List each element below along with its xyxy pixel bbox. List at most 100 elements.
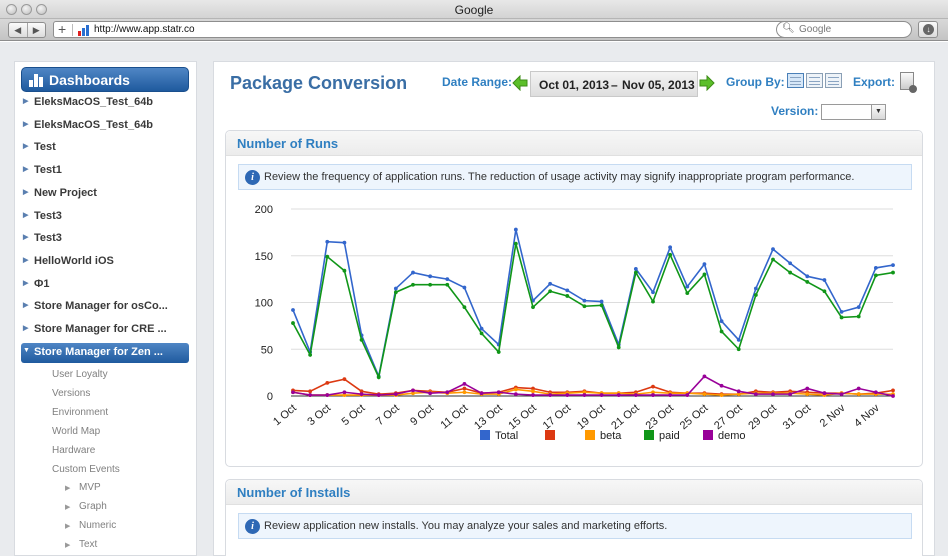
sidebar-item[interactable]: ▶ EleksMacOS_Test_64b [21,93,189,113]
legend-label: paid [659,430,680,442]
x-tick-label: 29 Oct [746,402,779,432]
data-point [822,278,827,282]
collapsed-arrow-icon: ▶ [23,279,29,287]
search-field[interactable]: 🔍︎ Google [776,21,912,38]
date-dash: – [611,78,618,92]
data-point [445,390,450,395]
data-point [325,393,330,397]
sidebar-subitem[interactable]: Versions [52,388,90,399]
collapsed-arrow-icon: ▶ [23,302,29,310]
sidebar-item-label: HelloWorld iOS [34,254,114,267]
sidebar: Dashboards ▶ EleksMacOS_Test_64b ▶ EleksMac… [14,61,197,556]
nav-buttons: ◀ ▶ [8,22,46,38]
data-point [771,257,775,262]
next-period-icon[interactable] [699,75,715,91]
data-point [651,290,655,295]
sidebar-item[interactable]: ▶ Ф1 [21,275,189,295]
data-point [582,298,587,303]
sidebar-item[interactable]: ▶ Test [21,138,189,158]
collapsed-arrow-icon: ▶ [65,485,71,492]
sidebar-item[interactable]: ▶ New Project [21,184,189,204]
data-point [856,314,861,319]
data-point [496,390,501,395]
data-point [668,252,673,257]
data-point [513,387,518,392]
data-point [565,393,570,397]
collapsed-arrow-icon: ▶ [23,211,29,219]
x-tick-label: 21 Oct [609,402,642,432]
data-point [891,263,895,267]
data-point [805,392,810,397]
collapsed-arrow-icon: ▶ [23,120,29,128]
downloads-button[interactable]: ↓ [918,21,938,38]
export-icon[interactable] [900,72,917,93]
data-point [805,274,810,279]
data-point [736,347,741,352]
runs-line-chart: 0 50 100 150 200 1 Oct 3 Oct 5 Oct 7 Oct 9 Oct 11 … [255,204,895,442]
dashboards-header[interactable]: Dashboards [21,67,189,92]
add-bookmark-icon[interactable]: + [58,21,66,37]
group-by-week-icon[interactable] [806,73,823,88]
sidebar-item[interactable]: ▶ Store Manager for CRE ... [21,320,189,340]
window-title: Google [454,3,494,17]
x-tick-label: 9 Oct [408,402,436,428]
sidebar-subitem[interactable]: World Map [52,426,100,437]
dashboards-title: Dashboards [49,72,130,88]
legend-label: Total [495,430,518,442]
sidebar-item[interactable]: ▼ Store Manager for Zen ... [21,342,189,363]
data-point [788,270,793,275]
data-point [548,289,553,294]
sidebar-item[interactable]: ▶ Store Manager for osCo... [21,297,189,317]
group-by-label: Group By: [726,75,785,89]
series-line [292,243,894,380]
data-point [891,388,895,393]
data-point [702,262,707,267]
data-point [445,282,450,287]
sidebar-item[interactable]: ▶ HelloWorld iOS [21,252,189,272]
group-by-day-icon[interactable] [787,73,804,88]
y-tick-label: 50 [261,344,273,356]
date-range-picker[interactable]: Oct 01, 2013 – Nov 05, 2013 [530,71,698,97]
data-point [308,352,313,357]
back-icon[interactable]: ◀ [9,23,28,37]
sidebar-item-label: Store Manager for CRE ... [34,323,167,335]
x-tick-label: 7 Oct [374,402,402,428]
previous-period-icon[interactable] [512,75,528,91]
data-point [805,280,810,284]
sidebar-item[interactable]: ▶ Test3 [21,229,189,249]
sidebar-subitem[interactable]: Hardware [52,445,95,456]
data-point [822,289,827,294]
installs-info-text: Review application new installs. You may… [264,520,668,532]
data-point [822,391,827,396]
data-point [856,386,861,391]
legend-label: beta [600,430,622,442]
sidebar-subitem[interactable]: User Loyalty [52,369,108,380]
legend-swatch [480,430,490,440]
y-tick-label: 200 [255,204,273,216]
download-icon: ↓ [923,24,934,35]
data-point [462,305,467,310]
sidebar-item[interactable]: ▶ Test3 [21,207,189,227]
data-point [685,284,690,289]
sidebar-item-label: Test [34,141,56,154]
sidebar-item-label: Store Manager for Zen ... [34,345,163,358]
data-point [393,286,398,291]
data-point [805,386,810,391]
address-bar[interactable]: + http://www.app.statr.co ↻ [53,21,798,38]
main-content: Package Conversion Date Range: Oct 01, 2… [213,61,935,556]
data-point [736,389,741,394]
sidebar-item[interactable]: ▶ EleksMacOS_Test_64b [21,116,189,136]
version-select[interactable]: ▼ [821,104,886,120]
sidebar-item-label: Test3 [34,232,62,245]
data-point [531,305,535,310]
data-point [342,390,347,395]
data-point [411,270,415,275]
sidebar-item[interactable]: ▶ Test1 [21,161,189,181]
sidebar-subitem[interactable]: Custom Events [52,464,120,475]
sidebar-subitem[interactable]: Environment [52,407,108,418]
forward-icon[interactable]: ▶ [28,23,46,37]
data-point [359,392,364,397]
group-by-month-icon[interactable] [825,73,842,88]
data-point [856,392,861,397]
sidebar-item-label: EleksMacOS_Test_64b [34,118,154,131]
